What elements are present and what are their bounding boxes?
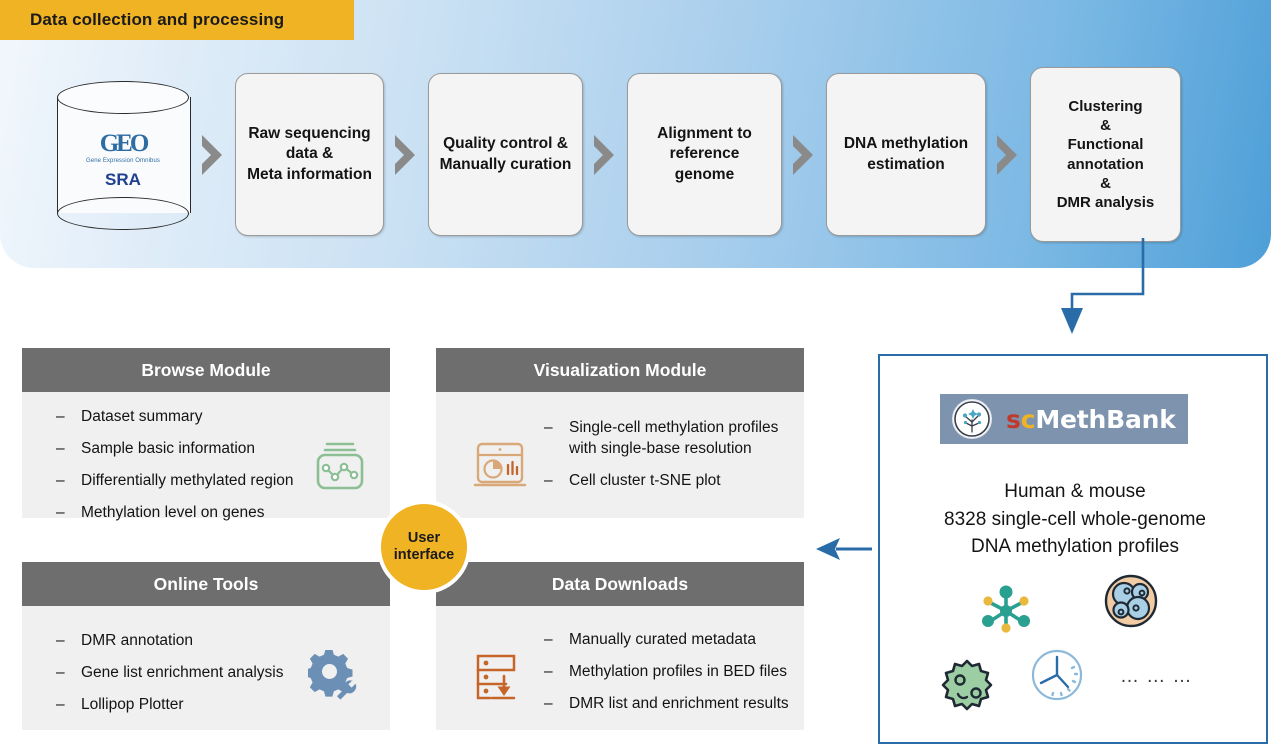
- list-item[interactable]: Manually curated metadata: [544, 630, 789, 651]
- list-item[interactable]: Methylation level on genes: [56, 503, 294, 524]
- browse-module-body: Dataset summary Sample basic information…: [22, 392, 390, 524]
- virus-cell-icon: [938, 658, 996, 721]
- online-tools-panel[interactable]: Online Tools DMR annotation Gene list en…: [22, 562, 390, 730]
- server-download-icon: [470, 648, 528, 713]
- pipeline-step-5: Clustering & Functional annotation & DMR…: [1030, 67, 1181, 242]
- pipeline-flow: GEO Gene Expression Omnibus SRA Raw sequ…: [0, 62, 1271, 247]
- list-item[interactable]: Methylation profiles in BED files: [544, 662, 789, 683]
- description-line-1: Human & mouse: [1004, 481, 1146, 502]
- user-interface-label-line2: interface: [393, 547, 455, 563]
- pipeline-step-1: Raw sequencing data & Meta information: [235, 73, 384, 236]
- cylinder-bottom: [57, 196, 189, 230]
- chevron-right-icon: [590, 133, 620, 177]
- geo-sra-database-icon: GEO Gene Expression Omnibus SRA: [57, 80, 191, 230]
- browse-module-list: Dataset summary Sample basic information…: [56, 407, 294, 535]
- data-downloads-list: Manually curated metadata Methylation pr…: [544, 630, 789, 726]
- list-item[interactable]: Differentially methylated region: [56, 471, 294, 492]
- list-item[interactable]: Gene list enrichment analysis: [56, 663, 283, 684]
- flow-connector-left-arrow: [814, 535, 876, 563]
- visualization-module-panel[interactable]: Visualization Module Single-cell methyla…: [436, 348, 804, 518]
- description-line-2: 8328 single-cell whole-genome: [944, 508, 1206, 530]
- list-item[interactable]: DMR annotation: [56, 631, 283, 652]
- data-downloads-panel[interactable]: Data Downloads Manually curated metadata…: [436, 562, 804, 730]
- list-item[interactable]: Cell cluster t-SNE plot: [544, 471, 794, 492]
- pipeline-step-4: DNA methylation estimation: [826, 73, 986, 236]
- molecule-network-icon: [975, 580, 1037, 647]
- list-item[interactable]: Lollipop Plotter: [56, 695, 283, 716]
- cell-cluster-icon: [1102, 572, 1160, 635]
- line-chart-jar-icon: [310, 440, 368, 497]
- pipeline-step-4-label: DNA methylation estimation: [843, 134, 969, 173]
- data-collection-panel: Data collection and processing GEO Gene …: [0, 0, 1271, 268]
- pipeline-step-5-label: Clustering & Functional annotation & DMR…: [1056, 97, 1155, 211]
- logo-word-methbank: MethBank: [1035, 404, 1176, 434]
- user-interface-badge: User interface: [377, 500, 471, 594]
- scmethbank-logo: scMethBank: [940, 394, 1188, 444]
- list-item[interactable]: Sample basic information: [56, 439, 294, 460]
- online-tools-list: DMR annotation Gene list enrichment anal…: [56, 631, 283, 727]
- scmethbank-panel: scMethBank Human & mouse 8328 single-cel…: [878, 354, 1268, 744]
- browse-module-panel[interactable]: Browse Module Dataset summary Sample bas…: [22, 348, 390, 524]
- visualization-module-body: Single-cell methylation profiles with si…: [436, 392, 804, 518]
- online-tools-body: DMR annotation Gene list enrichment anal…: [22, 606, 390, 730]
- pipeline-step-1-label: Raw sequencing data & Meta information: [247, 124, 372, 183]
- sra-label: SRA: [105, 169, 141, 189]
- section-banner-label: Data collection and processing: [30, 10, 285, 29]
- pipeline-step-2: Quality control & Manually curation: [428, 73, 583, 236]
- list-item[interactable]: Single-cell methylation profiles with si…: [544, 418, 794, 460]
- user-interface-label-line1: User: [407, 529, 441, 546]
- tree-cell-logo-icon: [952, 399, 992, 439]
- clock-icon: [1028, 646, 1086, 709]
- logo-letter-c: c: [1020, 404, 1036, 434]
- ellipsis-label: … … …: [1120, 666, 1193, 687]
- chevron-right-icon: [993, 133, 1023, 177]
- chevron-right-icon: [198, 133, 228, 177]
- pipeline-step-3-label: Alignment to reference genome: [657, 124, 752, 183]
- gear-wrench-icon: [305, 649, 364, 711]
- dashboard-chart-icon: [471, 438, 529, 497]
- geo-logo-text: GEO: [99, 129, 150, 157]
- data-downloads-title: Data Downloads: [436, 562, 804, 606]
- cylinder-top: [57, 80, 189, 114]
- pipeline-step-2-label: Quality control & Manually curation: [439, 134, 572, 173]
- scmethbank-logo-text: scMethBank: [1006, 405, 1176, 434]
- pipeline-step-3: Alignment to reference genome: [627, 73, 782, 236]
- geo-logo-subtitle: Gene Expression Omnibus: [85, 157, 160, 164]
- list-item[interactable]: DMR list and enrichment results: [544, 694, 789, 715]
- list-item[interactable]: Dataset summary: [56, 407, 294, 428]
- logo-letter-s: s: [1006, 404, 1021, 434]
- chevron-right-icon: [391, 133, 421, 177]
- visualization-module-title: Visualization Module: [436, 348, 804, 392]
- scmethbank-description: Human & mouse 8328 single-cell whole-gen…: [880, 478, 1270, 561]
- section-banner: Data collection and processing: [0, 0, 354, 40]
- flow-connector-elbow: [1030, 238, 1160, 338]
- geo-label-group: GEO Gene Expression Omnibus SRA: [57, 131, 189, 190]
- data-downloads-body: Manually curated metadata Methylation pr…: [436, 606, 804, 730]
- chevron-right-icon: [789, 133, 819, 177]
- description-line-3: DNA methylation profiles: [970, 536, 1180, 558]
- visualization-module-list: Single-cell methylation profiles with si…: [544, 418, 794, 503]
- online-tools-title: Online Tools: [22, 562, 390, 606]
- browse-module-title: Browse Module: [22, 348, 390, 392]
